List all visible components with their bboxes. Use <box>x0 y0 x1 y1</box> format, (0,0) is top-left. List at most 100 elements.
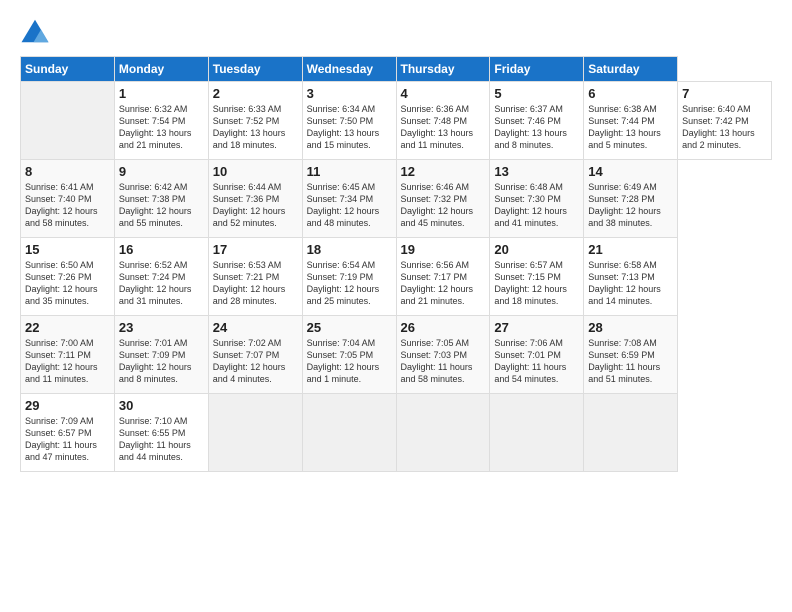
day-number: 12 <box>401 164 486 179</box>
day-number: 24 <box>213 320 298 335</box>
calendar-table: SundayMondayTuesdayWednesdayThursdayFrid… <box>20 56 772 472</box>
calendar-cell: 12 Sunrise: 6:46 AMSunset: 7:32 PMDayligh… <box>396 160 490 238</box>
calendar-cell: 19 Sunrise: 6:56 AMSunset: 7:17 PMDayligh… <box>396 238 490 316</box>
cell-info: Sunrise: 6:50 AMSunset: 7:26 PMDaylight:… <box>25 260 98 306</box>
day-number: 17 <box>213 242 298 257</box>
weekday-header: Tuesday <box>208 57 302 82</box>
day-number: 14 <box>588 164 673 179</box>
day-number: 22 <box>25 320 110 335</box>
calendar-cell: 8 Sunrise: 6:41 AMSunset: 7:40 PMDaylight… <box>21 160 115 238</box>
day-number: 28 <box>588 320 673 335</box>
calendar-week-row: 1Sunrise: 6:32 AMSunset: 7:54 PMDaylight… <box>21 82 772 160</box>
calendar-cell: 22 Sunrise: 7:00 AMSunset: 7:11 PMDayligh… <box>21 316 115 394</box>
day-number: 26 <box>401 320 486 335</box>
cell-info: Sunrise: 7:10 AMSunset: 6:55 PMDaylight:… <box>119 416 191 462</box>
day-number: 7 <box>682 86 767 101</box>
day-number: 18 <box>307 242 392 257</box>
calendar-cell <box>490 394 584 472</box>
day-number: 20 <box>494 242 579 257</box>
calendar-cell: 30 Sunrise: 7:10 AMSunset: 6:55 PMDayligh… <box>114 394 208 472</box>
cell-info: Sunrise: 7:05 AMSunset: 7:03 PMDaylight:… <box>401 338 473 384</box>
logo <box>20 16 52 46</box>
calendar-body: 1Sunrise: 6:32 AMSunset: 7:54 PMDaylight… <box>21 82 772 472</box>
calendar-week-row: 8 Sunrise: 6:41 AMSunset: 7:40 PMDaylight… <box>21 160 772 238</box>
calendar-cell: 1Sunrise: 6:32 AMSunset: 7:54 PMDaylight… <box>114 82 208 160</box>
day-number: 25 <box>307 320 392 335</box>
day-number: 6 <box>588 86 673 101</box>
day-number: 4 <box>401 86 486 101</box>
cell-info: Sunrise: 6:38 AMSunset: 7:44 PMDaylight:… <box>588 104 661 150</box>
calendar-cell: 24 Sunrise: 7:02 AMSunset: 7:07 PMDayligh… <box>208 316 302 394</box>
weekday-header: Thursday <box>396 57 490 82</box>
cell-info: Sunrise: 6:42 AMSunset: 7:38 PMDaylight:… <box>119 182 192 228</box>
day-number: 30 <box>119 398 204 413</box>
calendar-week-row: 29 Sunrise: 7:09 AMSunset: 6:57 PMDayligh… <box>21 394 772 472</box>
weekday-header: Saturday <box>584 57 678 82</box>
cell-info: Sunrise: 6:41 AMSunset: 7:40 PMDaylight:… <box>25 182 98 228</box>
cell-info: Sunrise: 6:44 AMSunset: 7:36 PMDaylight:… <box>213 182 286 228</box>
calendar-cell: 28 Sunrise: 7:08 AMSunset: 6:59 PMDayligh… <box>584 316 678 394</box>
cell-info: Sunrise: 6:37 AMSunset: 7:46 PMDaylight:… <box>494 104 567 150</box>
cell-info: Sunrise: 7:09 AMSunset: 6:57 PMDaylight:… <box>25 416 97 462</box>
calendar-cell: 11Sunrise: 6:45 AMSunset: 7:34 PMDayligh… <box>302 160 396 238</box>
day-number: 16 <box>119 242 204 257</box>
cell-info: Sunrise: 6:52 AMSunset: 7:24 PMDaylight:… <box>119 260 192 306</box>
day-number: 27 <box>494 320 579 335</box>
cell-info: Sunrise: 6:53 AMSunset: 7:21 PMDaylight:… <box>213 260 286 306</box>
calendar-cell: 3Sunrise: 6:34 AMSunset: 7:50 PMDaylight… <box>302 82 396 160</box>
logo-icon <box>20 16 50 46</box>
cell-info: Sunrise: 7:04 AMSunset: 7:05 PMDaylight:… <box>307 338 380 384</box>
cell-info: Sunrise: 6:33 AMSunset: 7:52 PMDaylight:… <box>213 104 286 150</box>
calendar-week-row: 22 Sunrise: 7:00 AMSunset: 7:11 PMDayligh… <box>21 316 772 394</box>
cell-info: Sunrise: 7:01 AMSunset: 7:09 PMDaylight:… <box>119 338 192 384</box>
calendar-cell: 25 Sunrise: 7:04 AMSunset: 7:05 PMDayligh… <box>302 316 396 394</box>
header <box>20 16 772 46</box>
calendar-week-row: 15 Sunrise: 6:50 AMSunset: 7:26 PMDayligh… <box>21 238 772 316</box>
day-number: 8 <box>25 164 110 179</box>
calendar-cell: 23Sunrise: 7:01 AMSunset: 7:09 PMDayligh… <box>114 316 208 394</box>
cell-info: Sunrise: 6:56 AMSunset: 7:17 PMDaylight:… <box>401 260 474 306</box>
cell-info: Sunrise: 6:49 AMSunset: 7:28 PMDaylight:… <box>588 182 661 228</box>
calendar-cell: 9 Sunrise: 6:42 AMSunset: 7:38 PMDaylight… <box>114 160 208 238</box>
cell-info: Sunrise: 6:46 AMSunset: 7:32 PMDaylight:… <box>401 182 474 228</box>
calendar-cell: 13Sunrise: 6:48 AMSunset: 7:30 PMDayligh… <box>490 160 584 238</box>
calendar-cell <box>396 394 490 472</box>
weekday-header: Wednesday <box>302 57 396 82</box>
day-number: 1 <box>119 86 204 101</box>
weekday-header: Sunday <box>21 57 115 82</box>
day-number: 2 <box>213 86 298 101</box>
day-number: 19 <box>401 242 486 257</box>
cell-info: Sunrise: 6:36 AMSunset: 7:48 PMDaylight:… <box>401 104 474 150</box>
calendar-cell: 21Sunrise: 6:58 AMSunset: 7:13 PMDayligh… <box>584 238 678 316</box>
day-number: 5 <box>494 86 579 101</box>
calendar-cell: 10 Sunrise: 6:44 AMSunset: 7:36 PMDayligh… <box>208 160 302 238</box>
calendar-header-row: SundayMondayTuesdayWednesdayThursdayFrid… <box>21 57 772 82</box>
calendar-cell: 29 Sunrise: 7:09 AMSunset: 6:57 PMDayligh… <box>21 394 115 472</box>
calendar-cell: 17 Sunrise: 6:53 AMSunset: 7:21 PMDayligh… <box>208 238 302 316</box>
day-number: 29 <box>25 398 110 413</box>
calendar-cell: 16 Sunrise: 6:52 AMSunset: 7:24 PMDayligh… <box>114 238 208 316</box>
calendar-cell: 5 Sunrise: 6:37 AMSunset: 7:46 PMDaylight… <box>490 82 584 160</box>
day-number: 21 <box>588 242 673 257</box>
cell-info: Sunrise: 6:57 AMSunset: 7:15 PMDaylight:… <box>494 260 567 306</box>
cell-info: Sunrise: 6:48 AMSunset: 7:30 PMDaylight:… <box>494 182 567 228</box>
cell-info: Sunrise: 7:02 AMSunset: 7:07 PMDaylight:… <box>213 338 286 384</box>
calendar-cell: 15 Sunrise: 6:50 AMSunset: 7:26 PMDayligh… <box>21 238 115 316</box>
calendar-cell <box>302 394 396 472</box>
calendar-cell <box>21 82 115 160</box>
weekday-header: Friday <box>490 57 584 82</box>
day-number: 10 <box>213 164 298 179</box>
calendar-cell: 6 Sunrise: 6:38 AMSunset: 7:44 PMDaylight… <box>584 82 678 160</box>
cell-info: Sunrise: 7:08 AMSunset: 6:59 PMDaylight:… <box>588 338 660 384</box>
day-number: 15 <box>25 242 110 257</box>
cell-info: Sunrise: 6:40 AMSunset: 7:42 PMDaylight:… <box>682 104 755 150</box>
weekday-header: Monday <box>114 57 208 82</box>
calendar-cell: 27Sunrise: 7:06 AMSunset: 7:01 PMDayligh… <box>490 316 584 394</box>
cell-info: Sunrise: 7:00 AMSunset: 7:11 PMDaylight:… <box>25 338 98 384</box>
calendar-cell: 7 Sunrise: 6:40 AMSunset: 7:42 PMDaylight… <box>678 82 772 160</box>
calendar-cell: 18Sunrise: 6:54 AMSunset: 7:19 PMDayligh… <box>302 238 396 316</box>
calendar-cell <box>208 394 302 472</box>
day-number: 9 <box>119 164 204 179</box>
cell-info: Sunrise: 6:34 AMSunset: 7:50 PMDaylight:… <box>307 104 380 150</box>
day-number: 11 <box>307 164 392 179</box>
